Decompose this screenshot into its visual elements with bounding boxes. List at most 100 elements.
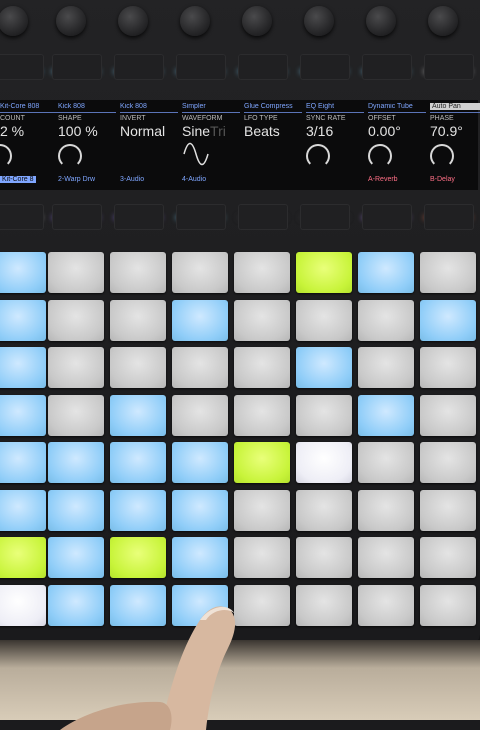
track-button[interactable]: [362, 54, 412, 80]
parameter-dial-icon: [58, 144, 82, 168]
pad-grey[interactable]: [48, 347, 104, 388]
pad-grey[interactable]: [110, 347, 166, 388]
parameter-label: SHAPE: [58, 115, 82, 122]
pad-blue[interactable]: [420, 299, 476, 341]
pad-blue[interactable]: [48, 537, 104, 578]
pad-grey[interactable]: [234, 347, 290, 388]
parameter-value: 70.9°: [430, 123, 463, 139]
track-button[interactable]: [114, 54, 164, 80]
pad-grey[interactable]: [358, 347, 414, 388]
pad-grey[interactable]: [420, 537, 476, 578]
track-button[interactable]: [0, 54, 44, 80]
pad-blue[interactable]: [0, 347, 46, 388]
pad-grey[interactable]: [234, 537, 290, 578]
pad-grey[interactable]: [420, 584, 476, 626]
pad-grey[interactable]: [420, 442, 476, 483]
display-column: Dynamic Tube OFFSET 0.00° A-Reverb: [368, 100, 430, 190]
track-button[interactable]: [238, 204, 288, 230]
pad-grey[interactable]: [172, 252, 228, 293]
finger-hand: [60, 606, 236, 730]
pad-grey[interactable]: [296, 394, 352, 436]
encoder-knob[interactable]: [56, 6, 86, 36]
device-name: Kick 808: [120, 103, 147, 110]
pad-blue[interactable]: [358, 394, 414, 436]
pad-grey[interactable]: [296, 489, 352, 531]
track-button[interactable]: [300, 54, 350, 80]
pad-grey[interactable]: [234, 252, 290, 293]
pad-blue[interactable]: [110, 394, 166, 436]
device-underline: [430, 112, 480, 113]
parameter-label: WAVEFORM: [182, 115, 223, 122]
device-name: Simpler: [182, 103, 206, 110]
pad-grey[interactable]: [420, 394, 476, 436]
parameter-label: OFFSET: [368, 115, 396, 122]
track-button[interactable]: [176, 204, 226, 230]
pad-green[interactable]: [110, 537, 166, 578]
pad-blue[interactable]: [0, 299, 46, 341]
device-underline: [0, 112, 58, 113]
device-name: Glue Compress: [244, 103, 293, 110]
pad-blue[interactable]: [0, 252, 46, 293]
pad-grey[interactable]: [110, 252, 166, 293]
pad-grey[interactable]: [358, 299, 414, 341]
pad-grey[interactable]: [234, 394, 290, 436]
track-button[interactable]: [424, 54, 474, 80]
pad-blue[interactable]: [48, 489, 104, 531]
track-button[interactable]: [0, 204, 44, 230]
pad-blue[interactable]: [172, 299, 228, 341]
pad-grey[interactable]: [358, 442, 414, 483]
encoder-knob[interactable]: [118, 6, 148, 36]
encoder-knob[interactable]: [304, 6, 334, 36]
pad-grey[interactable]: [420, 347, 476, 388]
track-button[interactable]: [238, 54, 288, 80]
track-button[interactable]: [52, 54, 102, 80]
pad-grey[interactable]: [234, 299, 290, 341]
device-name: Kick 808: [58, 103, 85, 110]
pad-blue[interactable]: [110, 489, 166, 531]
pad-blue[interactable]: [172, 442, 228, 483]
encoder-knob[interactable]: [242, 6, 272, 36]
pad-blue[interactable]: [0, 394, 46, 436]
pad-grey[interactable]: [358, 537, 414, 578]
track-button[interactable]: [362, 204, 412, 230]
encoder-knob[interactable]: [428, 6, 458, 36]
pad-grey[interactable]: [358, 489, 414, 531]
track-button[interactable]: [176, 54, 226, 80]
parameter-value: 2 %: [0, 123, 25, 139]
pad-white[interactable]: [0, 584, 46, 626]
display-column: Kick 808 INVERT Normal 3-Audio: [120, 100, 182, 190]
pad-grey[interactable]: [358, 584, 414, 626]
track-button[interactable]: [424, 204, 474, 230]
pad-blue[interactable]: [48, 442, 104, 483]
pad-grey[interactable]: [420, 489, 476, 531]
pad-grey[interactable]: [296, 299, 352, 341]
pad-blue[interactable]: [172, 537, 228, 578]
pad-grey[interactable]: [172, 394, 228, 436]
track-button[interactable]: [52, 204, 102, 230]
encoder-knob[interactable]: [180, 6, 210, 36]
encoder-knob[interactable]: [366, 6, 396, 36]
pad-grey[interactable]: [110, 299, 166, 341]
track-button[interactable]: [300, 204, 350, 230]
pad-blue[interactable]: [296, 347, 352, 388]
pad-grey[interactable]: [172, 347, 228, 388]
pad-grey[interactable]: [234, 489, 290, 531]
track-button[interactable]: [114, 204, 164, 230]
pad-grey[interactable]: [296, 584, 352, 626]
pad-green[interactable]: [234, 442, 290, 483]
pad-blue[interactable]: [0, 442, 46, 483]
display-column: Glue Compress LFO TYPE Beats: [244, 100, 306, 190]
pad-grey[interactable]: [420, 252, 476, 293]
pad-grey[interactable]: [296, 537, 352, 578]
pad-grey[interactable]: [48, 299, 104, 341]
pad-grey[interactable]: [48, 394, 104, 436]
device-underline: [182, 112, 240, 113]
pad-blue[interactable]: [172, 489, 228, 531]
pad-grey[interactable]: [48, 252, 104, 293]
pad-white[interactable]: [296, 442, 352, 483]
pad-blue[interactable]: [358, 252, 414, 293]
pad-green[interactable]: [0, 537, 46, 578]
pad-green[interactable]: [296, 252, 352, 293]
pad-blue[interactable]: [110, 442, 166, 483]
pad-blue[interactable]: [0, 489, 46, 531]
